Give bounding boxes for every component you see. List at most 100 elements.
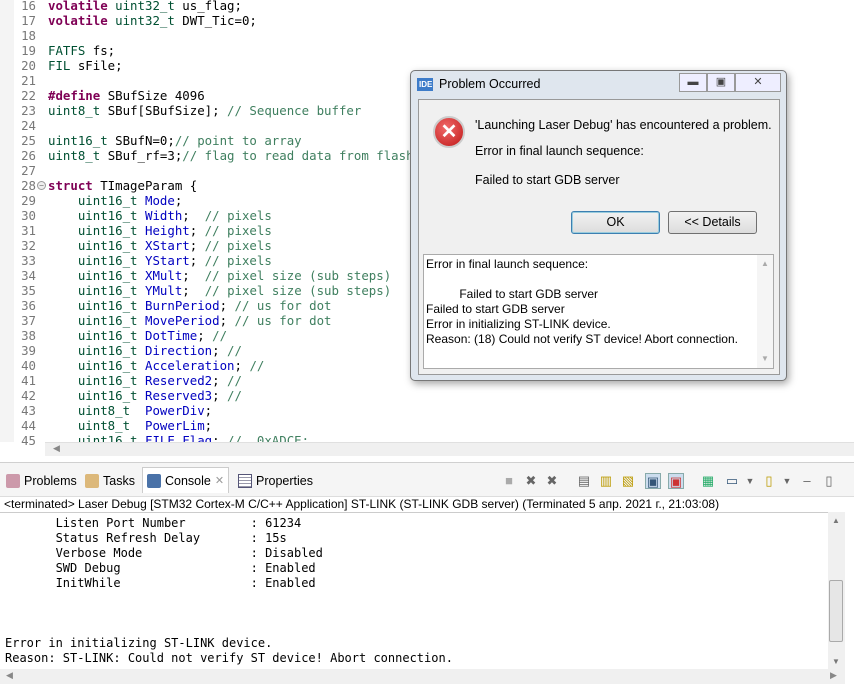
code-token: ;: [212, 343, 228, 358]
close-button[interactable]: ✕: [735, 73, 781, 92]
code-token: ;: [189, 238, 205, 253]
code-token: uint8_t: [48, 418, 145, 433]
console-line: Status Refresh Delay : 15s: [5, 531, 287, 545]
code-text: uint16_t Reserved3; //: [48, 388, 242, 403]
code-text: uint16_t XStart; // pixels: [48, 238, 272, 253]
editor-horizontal-scrollbar[interactable]: ◀: [45, 442, 854, 456]
console-icon: [147, 473, 161, 488]
tasks-icon: [85, 474, 99, 488]
code-token: struct: [48, 178, 101, 193]
line-number: 44: [21, 418, 36, 433]
tab-problems[interactable]: Problems: [6, 471, 77, 491]
details-scrollbar[interactable]: ▲ ▼: [757, 255, 773, 368]
code-text: volatile uint32_t us_flag;: [48, 0, 242, 13]
code-text: uint16_t YStart; // pixels: [48, 253, 272, 268]
code-token: ;: [182, 208, 205, 223]
code-token: uint16_t: [48, 388, 145, 403]
code-token: ;: [234, 358, 250, 373]
code-token: us_flag;: [182, 0, 242, 13]
details-button[interactable]: << Details: [668, 211, 757, 234]
code-token: DotTime: [144, 328, 198, 343]
remove-all-launches-icon[interactable]: ✖: [544, 473, 560, 489]
line-number: 40: [21, 358, 36, 373]
details-line: Failed to start GDB server: [426, 287, 599, 301]
line-number: 36: [21, 298, 36, 313]
line-number: 33: [21, 253, 36, 268]
pin-console-icon[interactable]: ▦: [700, 473, 716, 489]
maximize-button[interactable]: ▣: [707, 73, 735, 92]
code-token: MovePeriod: [144, 313, 220, 328]
code-token: // Sequence buffer: [227, 103, 362, 118]
word-wrap-icon[interactable]: ▧: [620, 473, 636, 489]
panel-tab-bar: Problems Tasks Console ✕ Properties ■ ✖ ✖…: [0, 463, 854, 497]
remove-launch-icon[interactable]: ✖: [523, 473, 539, 489]
line-number: 32: [21, 238, 36, 253]
line-number: 37: [21, 313, 36, 328]
console-horizontal-scrollbar[interactable]: ◀ ▶: [0, 669, 845, 684]
scroll-lock-icon[interactable]: ▥: [598, 473, 614, 489]
code-token: uint16_t: [48, 133, 116, 148]
line-number: 31: [21, 223, 36, 238]
code-token: DWT_Tic=0;: [182, 13, 257, 28]
code-text: uint8_t SBuf_rf=3;// flag to read data f…: [48, 148, 414, 163]
details-text-area[interactable]: Error in final launch sequence: Failed t…: [423, 254, 774, 369]
code-token: TImageParam {: [100, 178, 198, 193]
code-token: uint16_t: [48, 193, 145, 208]
code-token: FATFS: [48, 43, 93, 58]
clear-console-icon[interactable]: ▤: [576, 473, 592, 489]
code-token: // pixels: [204, 223, 272, 238]
code-text: uint16_t Direction; //: [48, 343, 242, 358]
code-token: uint16_t: [48, 358, 145, 373]
scroll-thumb[interactable]: [829, 580, 843, 642]
code-token: ;: [212, 388, 228, 403]
code-text: volatile uint32_t DWT_Tic=0;: [48, 13, 257, 28]
code-token: //: [227, 343, 242, 358]
error-detail-2: Failed to start GDB server: [475, 173, 620, 187]
code-token: uint8_t: [48, 103, 108, 118]
code-token: ;: [189, 253, 205, 268]
code-token: uint16_t: [48, 343, 145, 358]
console-line: SWD Debug : Enabled: [5, 561, 316, 575]
code-token: Height: [144, 223, 190, 238]
code-token: uint16_t: [48, 208, 145, 223]
maximize-icon[interactable]: ▯: [821, 473, 837, 489]
tab-label: Console: [165, 473, 211, 488]
ok-button[interactable]: OK: [571, 211, 660, 234]
code-token: #define: [48, 88, 108, 103]
console-vertical-scrollbar[interactable]: ▲ ▼: [828, 512, 845, 670]
line-number: 18: [21, 28, 36, 43]
console-line: Listen Port Number : 61234: [5, 516, 302, 530]
terminate-icon[interactable]: ■: [501, 473, 517, 489]
code-token: uint16_t: [48, 298, 145, 313]
show-on-stdout-icon[interactable]: ▣: [645, 473, 661, 489]
line-number: 27: [21, 163, 36, 178]
details-line: Reason: (18) Could not verify ST device!…: [426, 332, 738, 346]
minimize-icon[interactable]: –: [799, 473, 815, 489]
line-number: 17: [21, 13, 36, 28]
code-token: uint8_t: [48, 403, 145, 418]
code-text: struct TImageParam {: [48, 178, 197, 193]
chevron-down-icon[interactable]: ▼: [779, 473, 795, 489]
tab-console[interactable]: Console ✕: [142, 467, 230, 493]
console-line: Error in initializing ST-LINK device.: [5, 636, 273, 650]
fold-toggle-icon[interactable]: −: [37, 181, 46, 190]
code-text: uint16_t MovePeriod; // us for dot: [48, 313, 332, 328]
ide-logo-icon: IDE: [417, 77, 433, 91]
code-token: ;: [182, 268, 205, 283]
code-token: SBufN=0;: [115, 133, 175, 148]
close-icon[interactable]: ✕: [215, 471, 224, 491]
minimize-button[interactable]: ▬: [679, 73, 707, 92]
display-console-icon[interactable]: ▭: [724, 473, 740, 489]
tab-label: Properties: [256, 474, 313, 488]
show-on-stderr-icon[interactable]: ▣: [668, 473, 684, 489]
tab-properties[interactable]: Properties: [238, 471, 313, 491]
code-token: uint16_t: [48, 268, 145, 283]
new-console-icon[interactable]: ▯: [761, 473, 777, 489]
console-output[interactable]: Listen Port Number : 61234 Status Refres…: [0, 512, 828, 669]
code-token: PowerLim: [144, 418, 205, 433]
tab-tasks[interactable]: Tasks: [85, 471, 135, 491]
code-text: uint16_t XMult; // pixel size (sub steps…: [48, 268, 391, 283]
code-token: ;: [219, 298, 235, 313]
chevron-down-icon[interactable]: ▼: [742, 473, 758, 489]
tab-label: Tasks: [103, 474, 135, 488]
